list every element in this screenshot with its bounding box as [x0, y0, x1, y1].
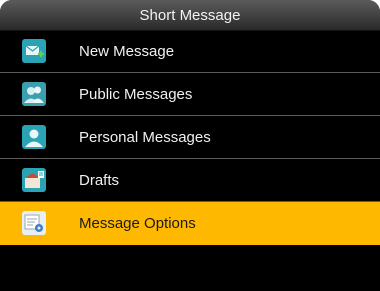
menu-item-label: Drafts [79, 171, 120, 189]
drafts-icon [22, 168, 46, 192]
message-options-icon [22, 211, 46, 235]
device-screen: Short Message New Message Public Message… [0, 0, 380, 291]
menu-item-personal-messages[interactable]: Personal Messages [0, 116, 380, 159]
public-messages-icon [22, 82, 46, 106]
menu-item-label: Personal Messages [79, 128, 211, 146]
menu-item-label: Public Messages [79, 85, 193, 103]
menu-item-drafts[interactable]: Drafts [0, 159, 380, 202]
screen-title: Short Message [139, 6, 241, 24]
menu-item-message-options[interactable]: Message Options [0, 202, 380, 245]
personal-message-icon [22, 125, 46, 149]
menu-item-label: Message Options [79, 214, 196, 232]
title-bar: Short Message [0, 0, 380, 31]
menu-list: New Message Public Messages Personal Mes… [0, 30, 380, 285]
new-message-icon [22, 39, 46, 63]
menu-item-new-message[interactable]: New Message [0, 30, 380, 73]
menu-item-public-messages[interactable]: Public Messages [0, 73, 380, 116]
empty-area [0, 245, 380, 285]
menu-item-label: New Message [79, 42, 175, 60]
